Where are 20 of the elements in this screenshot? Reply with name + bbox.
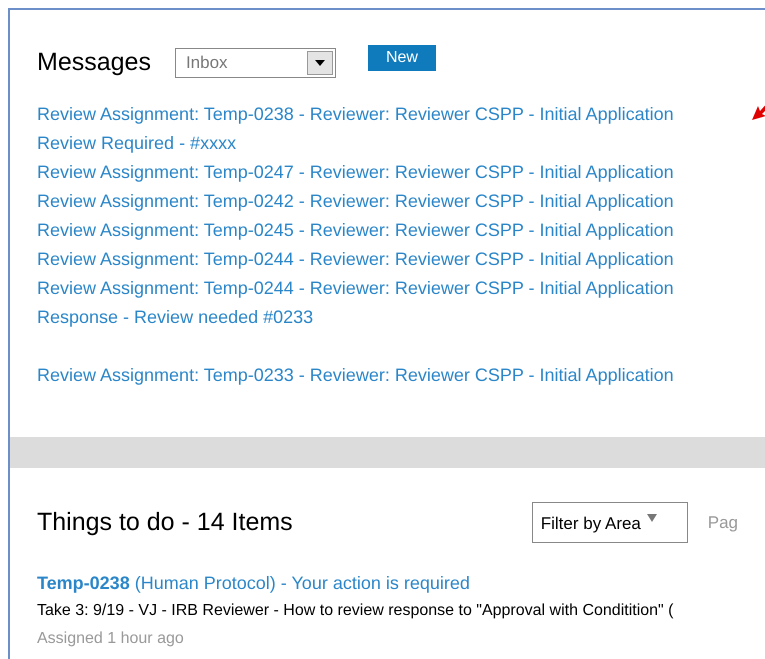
- message-link[interactable]: Review Assignment: Temp-0244 - Reviewer: Reviewer CSPP - Initial Application: [37, 244, 738, 274]
- pager-label: Pag: [708, 512, 738, 534]
- message-link[interactable]: Review Assignment: Temp-0238 - Reviewer: Reviewer CSPP - Initial Application: [37, 100, 738, 128]
- message-link[interactable]: Review Assignment: Temp-0242 - Reviewer: Reviewer CSPP - Initial Application: [37, 186, 738, 216]
- dropdown-arrow-icon: [646, 514, 657, 522]
- folder-select[interactable]: Inbox: [174, 48, 336, 78]
- messages-title: Messages: [37, 47, 151, 78]
- assigned-time: Assigned 1 hour ago: [37, 629, 185, 649]
- message-link[interactable]: Review Required - #xxxx: [37, 128, 738, 158]
- protocol-status: (Human Protocol) - Your action is required: [134, 573, 470, 593]
- message-link[interactable]: Review Assignment: Temp-0233 - Reviewer: Reviewer CSPP - Initial Application: [37, 360, 738, 390]
- protocol-link[interactable]: Temp-0238: [37, 573, 130, 593]
- task-description: Take 3: 9/19 - VJ - IRB Reviewer - How to review response to "Approval with Conditition" (: [37, 601, 675, 621]
- message-link[interactable]: Response - Review needed #0233: [37, 302, 738, 332]
- new-button[interactable]: New: [368, 44, 436, 71]
- todo-title: Things to do - 14 Items: [37, 506, 294, 538]
- filter-select[interactable]: Filter by Area: [532, 502, 688, 543]
- message-link[interactable]: Review Assignment: Temp-0244 - Reviewer: Reviewer CSPP - Initial Application: [37, 274, 738, 302]
- message-link[interactable]: Review Assignment: Temp-0245 - Reviewer: Reviewer CSPP - Initial Application: [37, 216, 738, 244]
- message-link[interactable]: Review Assignment: Temp-0247 - Reviewer: Reviewer CSPP - Initial Application: [37, 158, 738, 186]
